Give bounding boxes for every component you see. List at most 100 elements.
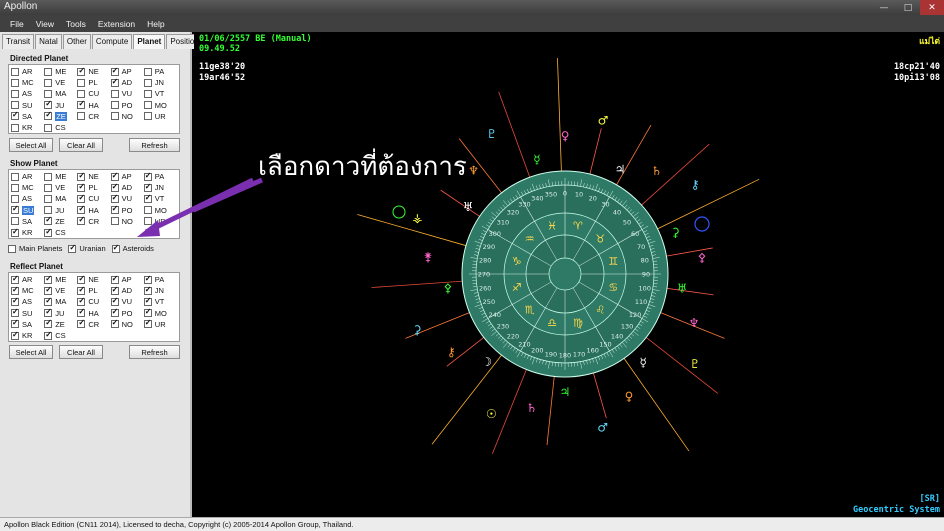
checkbox-vt[interactable]: VT — [143, 193, 177, 204]
tab-natal[interactable]: Natal — [35, 34, 62, 49]
checkbox-pa[interactable]: PA — [143, 66, 177, 77]
checkbox-box[interactable] — [143, 285, 152, 295]
checkbox-ze[interactable]: ZE — [44, 215, 77, 227]
checkbox-box[interactable] — [11, 217, 19, 226]
checkbox-box[interactable] — [143, 171, 152, 181]
checkbox-box[interactable] — [77, 274, 86, 284]
checkbox-jn[interactable]: JN — [143, 285, 177, 296]
checkbox-kr[interactable]: KR — [11, 227, 44, 238]
checkbox-box[interactable] — [143, 89, 152, 98]
checkbox-cu[interactable]: CU — [77, 193, 110, 204]
checkbox-jn[interactable]: JN — [143, 182, 177, 193]
checkbox-mo[interactable]: MO — [143, 205, 177, 216]
checkbox-ad[interactable]: AD — [110, 77, 144, 88]
checkbox-ur[interactable]: UR — [143, 318, 177, 330]
checkbox-box[interactable] — [110, 171, 119, 181]
checkbox-ad[interactable]: AD — [110, 285, 144, 296]
checkbox-as[interactable]: AS — [11, 193, 44, 204]
checkbox-box[interactable] — [11, 110, 19, 121]
checkbox-ve[interactable]: VE — [44, 77, 77, 88]
checkbox-ve[interactable]: VE — [44, 182, 77, 193]
reflect-select-all-button[interactable]: Select All — [9, 345, 53, 359]
checkbox-box[interactable] — [44, 285, 53, 295]
checkbox-ne[interactable]: NE — [77, 66, 110, 77]
checkbox-mc[interactable]: MC — [11, 77, 44, 88]
maximize-button[interactable]: □ — [896, 0, 920, 15]
checkbox-box[interactable] — [143, 274, 152, 284]
checkbox-cs[interactable]: CS — [44, 330, 77, 341]
checkbox-me[interactable]: ME — [44, 274, 77, 285]
checkbox-vu[interactable]: VU — [110, 193, 144, 204]
checkbox-box[interactable] — [110, 101, 119, 110]
checkbox-su[interactable]: SU — [11, 307, 44, 319]
checkbox-box[interactable] — [11, 78, 19, 87]
checkbox-box[interactable] — [110, 318, 119, 329]
checkbox-box[interactable] — [11, 194, 19, 203]
checkbox-box[interactable] — [77, 78, 86, 87]
checkbox-ju[interactable]: JU — [44, 307, 77, 319]
checkbox-ap[interactable]: AP — [110, 66, 144, 77]
checkbox-box[interactable] — [11, 101, 19, 110]
checkbox-kr[interactable]: KR — [11, 330, 44, 341]
checkbox-mc[interactable]: MC — [11, 182, 44, 193]
checkbox-cr[interactable]: CR — [77, 215, 110, 227]
checkbox-ha[interactable]: HA — [77, 204, 110, 216]
checkbox-box[interactable] — [11, 296, 19, 306]
checkbox-ap[interactable]: AP — [110, 171, 144, 182]
checkbox-po[interactable]: PO — [110, 204, 144, 216]
checkbox-sa[interactable]: SA — [11, 110, 44, 122]
checkbox-box[interactable] — [11, 204, 19, 215]
checkbox-box[interactable] — [44, 78, 53, 87]
chart-area[interactable]: 0 10 20 30 40 50 60 70 80 90 100 110 120 130 140 150 160… — [132, 32, 944, 517]
checkbox-box[interactable] — [77, 193, 86, 203]
checkbox-box[interactable] — [77, 99, 86, 110]
checkbox-box[interactable] — [77, 318, 86, 329]
checkbox-pa[interactable]: PA — [143, 171, 177, 182]
tab-compute[interactable]: Compute — [91, 34, 133, 49]
checkbox-cs[interactable]: CS — [44, 122, 77, 133]
checkbox-su[interactable]: SU — [11, 204, 44, 216]
checkbox-box[interactable] — [44, 99, 53, 110]
checkbox-cu[interactable]: CU — [77, 296, 110, 307]
checkbox-box[interactable] — [110, 285, 119, 295]
menu-file[interactable]: File — [0, 19, 30, 29]
menu-help[interactable]: Help — [141, 19, 170, 29]
checkbox-box[interactable] — [110, 296, 119, 306]
tab-transit[interactable]: Transit — [2, 34, 35, 49]
checkbox-box[interactable] — [11, 183, 19, 192]
option-asteroids[interactable]: Asteroids — [111, 243, 154, 254]
checkbox-po[interactable]: PO — [110, 100, 144, 111]
checkbox-ar[interactable]: AR — [11, 171, 44, 182]
close-button[interactable]: ✕ — [920, 0, 944, 15]
checkbox-ar[interactable]: AR — [11, 274, 44, 285]
checkbox-box[interactable] — [11, 123, 19, 132]
checkbox-box[interactable] — [44, 318, 53, 329]
minimize-button[interactable]: — — [872, 0, 896, 15]
checkbox-me[interactable]: ME — [44, 171, 77, 182]
checkbox-box[interactable] — [44, 89, 53, 98]
checkbox-box[interactable] — [77, 296, 86, 306]
checkbox-ze[interactable]: ZE — [44, 318, 77, 330]
checkbox-box[interactable] — [143, 182, 152, 192]
checkbox-mo[interactable]: MO — [143, 100, 177, 111]
checkbox-box[interactable] — [44, 206, 53, 215]
checkbox-box[interactable] — [143, 217, 152, 226]
menu-extension[interactable]: Extension — [92, 19, 141, 29]
checkbox-vu[interactable]: VU — [110, 88, 144, 99]
checkbox-box[interactable] — [11, 330, 19, 340]
checkbox-kr[interactable]: KR — [11, 122, 44, 133]
checkbox-box[interactable] — [44, 194, 53, 203]
checkbox-box[interactable] — [77, 215, 86, 226]
checkbox-box[interactable] — [44, 307, 53, 318]
checkbox-box[interactable] — [77, 204, 86, 215]
checkbox-sa[interactable]: SA — [11, 216, 44, 227]
checkbox-no[interactable]: NO — [110, 216, 144, 227]
checkbox-box[interactable] — [110, 112, 119, 121]
checkbox-box[interactable] — [11, 285, 19, 295]
checkbox-ma[interactable]: MA — [44, 296, 77, 307]
checkbox-cs[interactable]: CS — [44, 227, 77, 238]
checkbox-box[interactable] — [110, 89, 119, 98]
checkbox-cr[interactable]: CR — [77, 111, 110, 122]
checkbox-box[interactable] — [77, 89, 86, 98]
checkbox-box[interactable] — [110, 307, 119, 318]
